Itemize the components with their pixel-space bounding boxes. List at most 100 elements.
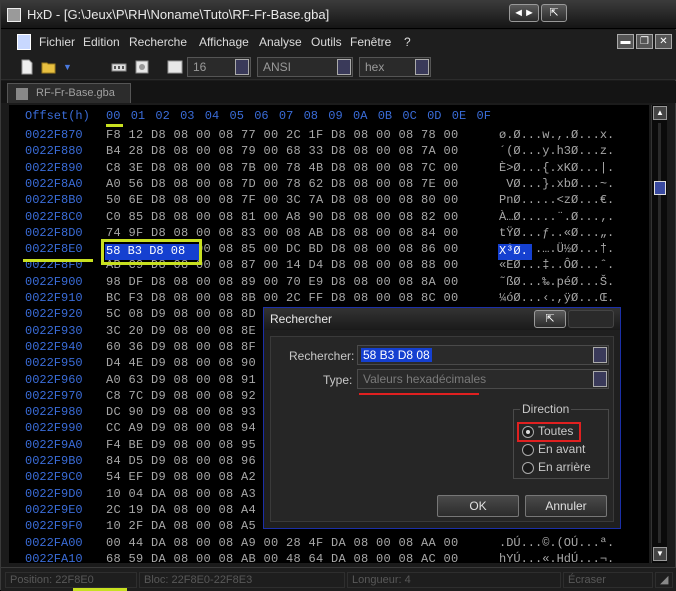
status-block: Bloc: 22F8E0-22F8E3	[139, 572, 345, 588]
row-bytes[interactable]: A0 56 D8 08 00 08 7D 00 78 62 D8 08 00 0…	[106, 177, 459, 191]
hex-row[interactable]: 0022F890 C8 3E D8 08 00 08 7B 00 78 4B D8…	[9, 161, 649, 177]
mdi-minimize-icon[interactable]: ▬	[617, 34, 634, 49]
row-bytes[interactable]: 68 59 DA 08 00 08 AB 00 48 64 DA 08 00 0…	[106, 552, 459, 563]
hex-header: Offset(h) 00 01 02 03 04 05 06 07 08 09 0A 0B 0C 0D 0E…	[9, 109, 649, 125]
row-bytes[interactable]: F4 BE D9 08 00 08 95 00	[106, 438, 279, 452]
tab-rf-fr-base[interactable]: RF-Fr-Base.gba	[7, 83, 131, 103]
row-ascii[interactable]: VØ...}.xbØ...~.	[499, 177, 614, 191]
ok-button[interactable]: OK	[437, 495, 519, 517]
scroll-thumb[interactable]	[654, 181, 666, 195]
row-ascii[interactable]: hYÚ...«.HdÚ...¬.	[499, 552, 614, 563]
menu-edition[interactable]: Edition	[83, 35, 120, 49]
document-icon[interactable]	[17, 34, 31, 50]
open-folder-icon[interactable]	[41, 59, 57, 75]
row-ascii[interactable]: ˜ßØ...‰.péØ...Š.	[499, 275, 614, 289]
row-bytes[interactable]: B4 28 D8 08 00 08 79 00 68 33 D8 08 00 0…	[106, 144, 459, 158]
search-input[interactable]: 58 B3 D8 08	[357, 345, 609, 365]
menu-fenetre[interactable]: Fenêtre	[350, 35, 391, 49]
menu-outils[interactable]: Outils	[311, 35, 342, 49]
row-offset: 0022F8E0	[25, 242, 83, 257]
column-header: 0F	[476, 109, 491, 123]
radio-en-avant[interactable]: En avant	[522, 442, 606, 458]
hex-row[interactable]: 0022F8A0 A0 56 D8 08 00 08 7D 00 78 62 D8…	[9, 177, 649, 193]
ram-editor-icon[interactable]	[111, 59, 127, 75]
row-bytes[interactable]: 3C 20 D9 08 00 08 8E 00	[106, 324, 279, 338]
disk-editor-icon[interactable]	[134, 59, 150, 75]
row-bytes[interactable]: 84 D5 D9 08 00 08 96 00	[106, 454, 279, 468]
close-button[interactable]: ⇱	[541, 4, 567, 22]
mdi-close-icon[interactable]: ✕	[655, 34, 672, 49]
row-bytes[interactable]: C8 3E D8 08 00 08 7B 00 78 4B D8 08 00 0…	[106, 161, 459, 175]
hex-row[interactable]: 0022F8B0 50 6E D8 08 00 08 7F 00 3C 7A D8…	[9, 193, 649, 209]
row-offset: 0022F8C0	[25, 209, 83, 224]
row-ascii[interactable]: À…Ø.....¨.Ø...‚.	[499, 210, 614, 224]
row-ascii[interactable]: ø.Ø...w.,.Ø...x.	[499, 128, 614, 142]
bytes-per-row-select[interactable]: 16	[187, 57, 251, 77]
row-bytes[interactable]: 10 04 DA 08 00 08 A3 00	[106, 487, 279, 501]
row-bytes[interactable]: 50 6E D8 08 00 08 7F 00 3C 7A D8 08 00 0…	[106, 193, 459, 207]
selected-ascii[interactable]: X³Ø.	[498, 244, 532, 260]
row-bytes[interactable]: 2C 19 DA 08 00 08 A4 00	[106, 503, 279, 517]
row-bytes[interactable]: 98 DF D8 08 00 08 89 00 70 E9 D8 08 00 0…	[106, 275, 459, 289]
row-bytes[interactable]: BC F3 D8 08 00 08 8B 00 2C FF D8 08 00 0…	[106, 291, 459, 305]
new-file-icon[interactable]	[19, 59, 35, 75]
row-bytes[interactable]: F8 12 D8 08 00 08 77 00 2C 1F D8 08 00 0…	[106, 128, 459, 142]
type-select[interactable]: Valeurs hexadécimales	[357, 369, 609, 389]
view-icon[interactable]	[167, 59, 183, 75]
row-ascii[interactable]: PnØ.....<zØ...€.	[499, 193, 614, 207]
menu-recherche[interactable]: Recherche	[129, 35, 187, 49]
row-bytes[interactable]: DC 90 D9 08 00 08 93 00	[106, 405, 279, 419]
row-bytes[interactable]: D4 4E D9 08 00 08 90 00	[106, 356, 279, 370]
chevron-down-icon[interactable]	[593, 347, 607, 363]
radio-en-arriere[interactable]: En arrière	[522, 460, 606, 476]
row-bytes[interactable]: 5C 08 D9 08 00 08 8D 00	[106, 307, 279, 321]
hex-row[interactable]: 0022F870 F8 12 D8 08 00 08 77 00 2C 1F D8…	[9, 128, 649, 144]
row-bytes[interactable]: 10 2F DA 08 00 08 A5 00	[106, 519, 279, 533]
row-bytes[interactable]: 00 44 DA 08 00 08 A9 00 28 4F DA 08 00 0…	[106, 536, 459, 550]
hex-row[interactable]: 0022F900 98 DF D8 08 00 08 89 00 70 E9 D8…	[9, 275, 649, 291]
menu-fichier[interactable]: Fichier	[39, 35, 75, 49]
row-ascii[interactable]: ¼óØ...‹.,ÿØ...Œ.	[499, 291, 614, 305]
hex-row[interactable]: 0022F910 BC F3 D8 08 00 08 8B 00 2C FF D8…	[9, 291, 649, 307]
row-bytes[interactable]: 54 EF D9 08 00 08 A2 00	[106, 470, 279, 484]
chevron-down-icon[interactable]	[337, 59, 351, 75]
chevron-down-icon[interactable]	[415, 59, 429, 75]
offset-header: Offset(h)	[25, 109, 90, 123]
row-ascii[interactable]: ´(Ø...y.h3Ø...z.	[499, 144, 614, 158]
row-offset: 0022F9B0	[25, 454, 83, 468]
row-bytes[interactable]: CC A9 D9 08 00 08 94 00	[106, 421, 279, 435]
cancel-button[interactable]: Annuler	[525, 495, 607, 517]
row-offset: 0022FA00	[25, 535, 83, 550]
offset-base-select[interactable]: hex	[359, 57, 431, 77]
chevron-down-icon[interactable]	[593, 371, 607, 387]
row-bytes[interactable]: A0 63 D9 08 00 08 91 00	[106, 373, 279, 387]
hex-row[interactable]: 0022FA10 68 59 DA 08 00 08 AB 00 48 64 DA…	[9, 552, 649, 563]
hex-row[interactable]: 0022F8C0 C0 85 D8 08 00 08 81 00 A8 90 D8…	[9, 210, 649, 226]
annotation-box-toutes	[517, 422, 581, 442]
row-ascii[interactable]: .DÚ...©.(OÚ...ª.	[499, 536, 614, 550]
row-ascii[interactable]: «ÉØ...‡..ÔØ...ˆ.	[499, 258, 614, 272]
vertical-scrollbar[interactable]: ▲ ▼	[651, 105, 667, 563]
row-bytes[interactable]: 74 9F D8 08 00 08 83 00 08 AB D8 08 00 0…	[106, 226, 459, 240]
menu-affichage[interactable]: Affichage	[199, 35, 249, 49]
mdi-restore-icon[interactable]: ❐	[636, 34, 653, 49]
menu-analyse[interactable]: Analyse	[259, 35, 302, 49]
scroll-up-icon[interactable]: ▲	[653, 106, 667, 120]
row-bytes[interactable]: C0 85 D8 08 00 08 81 00 A8 90 D8 08 00 0…	[106, 210, 459, 224]
row-ascii[interactable]: tŸØ...ƒ..«Ø...„.	[499, 226, 614, 240]
row-bytes[interactable]: C8 7C D9 08 00 08 92 00	[106, 389, 279, 403]
dialog-close-button[interactable]: ⇱	[534, 310, 566, 328]
scroll-down-icon[interactable]: ▼	[653, 547, 667, 561]
restore-button[interactable]: ◄►	[509, 4, 539, 22]
row-ascii[interactable]: È>Ø...{.xKØ...|.	[499, 161, 614, 175]
hex-row[interactable]: 0022FA00 00 44 DA 08 00 08 A9 00 28 4F DA…	[9, 536, 649, 552]
resize-grip-icon[interactable]: ◢	[655, 572, 673, 588]
charset-select[interactable]: ANSI	[257, 57, 353, 77]
open-dropdown-icon[interactable]: ▼	[63, 59, 73, 75]
menu-help[interactable]: ?	[404, 35, 411, 49]
row-bytes[interactable]: 60 36 D9 08 00 08 8F 00	[106, 340, 279, 354]
hex-row[interactable]: 0022F880 B4 28 D8 08 00 08 79 00 68 33 D8…	[9, 144, 649, 160]
row-offset: 0022F9C0	[25, 470, 83, 485]
annotation-box-selected-bytes	[101, 239, 202, 265]
chevron-down-icon[interactable]	[235, 59, 249, 75]
